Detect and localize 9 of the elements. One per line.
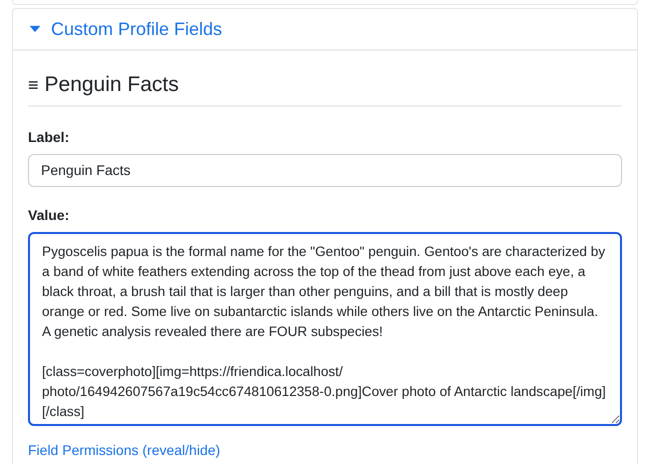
value-textarea[interactable]: Pygoscelis papua is the formal name for the "Gentoo" penguin. Gentoo's are characterized by a band of white feathers extending across the top of the thead from just above each eye, a black throat, a brush tail that is larger than other penguins, and a bill that is mostly deep orange or red. Some live on subantarctic islands while others live on the Antarctic Peninsula. A genetic analysis revealed there are FOUR subspecies! [class=coverphoto][img=https://friendica.localhost/ photo/164942607567a19c54cc674810612358-0.png]Cover photo of Antarctic landscape[/img][/class] — [28, 232, 622, 426]
field-heading: Penguin Facts — [44, 72, 179, 98]
permissions-link[interactable]: Field Permissions (reveal/hide) — [28, 440, 220, 460]
drag-handle[interactable]: ≡ — [28, 72, 39, 99]
section-toggle[interactable]: Custom Profile Fields — [51, 16, 222, 42]
label-caption: Label: — [28, 128, 70, 146]
label-input[interactable]: Penguin Facts — [28, 154, 622, 186]
value-caption: Value: — [28, 206, 70, 224]
caret-icon[interactable] — [29, 25, 41, 33]
